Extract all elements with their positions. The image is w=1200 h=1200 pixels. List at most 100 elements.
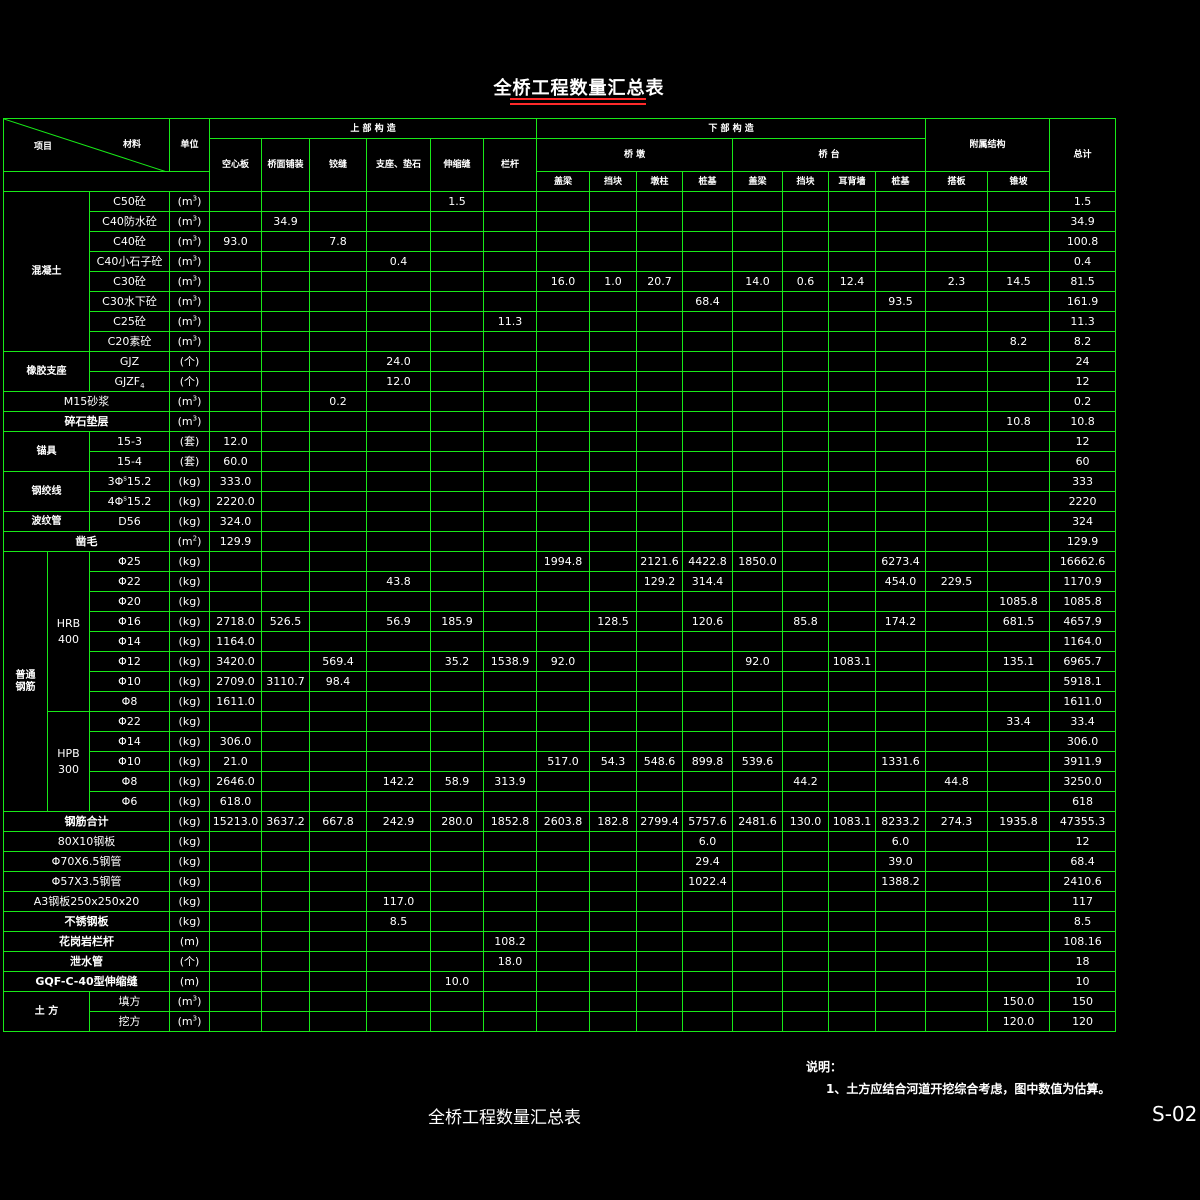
value-cell bbox=[925, 251, 989, 272]
page-title: 全桥工程数量汇总表 bbox=[493, 78, 665, 99]
value-cell bbox=[925, 551, 989, 572]
total-cell: 4657.9 bbox=[1049, 611, 1117, 632]
value-cell bbox=[987, 771, 1051, 792]
value-cell: 313.9 bbox=[483, 771, 538, 792]
value-cell bbox=[366, 931, 432, 952]
value-cell bbox=[366, 411, 432, 432]
value-cell bbox=[925, 851, 989, 872]
table-row: 钢绞线 3Φs15.2 (kg) 333.0 333 bbox=[3, 471, 1117, 512]
value-cell bbox=[925, 311, 989, 332]
value-cell bbox=[828, 851, 877, 872]
material-cell: Φ10 bbox=[88, 751, 171, 772]
value-cell bbox=[261, 271, 311, 292]
value-cell bbox=[209, 971, 263, 992]
value-cell bbox=[682, 731, 734, 752]
value-cell bbox=[732, 251, 784, 272]
value-cell bbox=[430, 491, 485, 512]
value-cell bbox=[732, 191, 784, 212]
group-anchor: 锚具 bbox=[3, 431, 90, 472]
value-cell: 120.6 bbox=[682, 611, 734, 632]
value-cell bbox=[366, 951, 432, 972]
value-cell bbox=[430, 551, 485, 572]
value-cell bbox=[261, 491, 311, 512]
value-cell bbox=[732, 351, 784, 372]
value-cell bbox=[589, 631, 638, 652]
value-cell bbox=[732, 711, 784, 732]
value-cell bbox=[589, 791, 638, 812]
value-cell bbox=[782, 331, 830, 352]
value-cell bbox=[209, 911, 263, 932]
value-cell: 1331.6 bbox=[875, 751, 927, 772]
value-cell: 2220.0 bbox=[209, 491, 263, 512]
value-cell bbox=[875, 791, 927, 812]
value-cell bbox=[732, 571, 784, 592]
value-cell bbox=[366, 971, 432, 992]
value-cell bbox=[309, 991, 368, 1012]
material-cell: Φ22 bbox=[88, 571, 171, 592]
value-cell bbox=[589, 371, 638, 392]
value-cell bbox=[987, 631, 1051, 652]
value-cell bbox=[430, 311, 485, 332]
value-cell bbox=[828, 551, 877, 572]
value-cell bbox=[261, 251, 311, 272]
value-cell bbox=[987, 551, 1051, 572]
value-cell bbox=[732, 491, 784, 512]
value-cell bbox=[987, 211, 1051, 232]
value-cell bbox=[987, 751, 1051, 772]
value-cell bbox=[209, 851, 263, 872]
value-cell bbox=[682, 991, 734, 1012]
value-cell: 1164.0 bbox=[209, 631, 263, 652]
value-cell bbox=[366, 871, 432, 892]
value-cell bbox=[636, 651, 684, 672]
value-cell bbox=[589, 471, 638, 492]
header-col-12: 挡块 bbox=[782, 171, 830, 192]
header-col-3: 铰缝 bbox=[309, 138, 368, 192]
unit-cell: (kg) bbox=[169, 711, 211, 732]
value-cell bbox=[636, 711, 684, 732]
unit-cell: (kg) bbox=[169, 891, 211, 912]
value-cell bbox=[589, 411, 638, 432]
value-cell bbox=[875, 911, 927, 932]
table-row: Φ16 (kg) 2718.0 526.5 56.9 185.9 128.5 120.6 85.… bbox=[4, 611, 1117, 632]
value-cell bbox=[209, 371, 263, 392]
value-cell: 16.0 bbox=[536, 271, 591, 292]
value-cell bbox=[589, 731, 638, 752]
value-cell bbox=[875, 731, 927, 752]
value-cell bbox=[782, 711, 830, 732]
value-cell: 2.3 bbox=[925, 271, 989, 292]
unit-cell: (kg) bbox=[169, 671, 211, 692]
value-cell bbox=[536, 411, 591, 432]
header-col-16: 锥坡 bbox=[987, 171, 1051, 192]
value-cell bbox=[261, 691, 311, 712]
value-cell bbox=[987, 951, 1051, 972]
total-cell: 81.5 bbox=[1049, 271, 1117, 292]
value-cell bbox=[636, 291, 684, 312]
value-cell: 98.4 bbox=[309, 671, 368, 692]
value-cell bbox=[732, 231, 784, 252]
value-cell: 681.5 bbox=[987, 611, 1051, 632]
value-cell: 1935.8 bbox=[987, 811, 1051, 832]
value-cell bbox=[875, 371, 927, 392]
value-cell bbox=[589, 531, 638, 552]
unit-cell: (m) bbox=[169, 931, 211, 952]
table-row: A3钢板250x250x20 (kg) 117.0 117 bbox=[2, 891, 1117, 912]
unit-cell: (m3) bbox=[169, 411, 211, 432]
value-cell bbox=[483, 791, 538, 812]
value-cell bbox=[209, 331, 263, 352]
value-cell bbox=[366, 231, 432, 252]
value-cell: 6273.4 bbox=[875, 551, 927, 572]
value-cell bbox=[782, 191, 830, 212]
value-cell bbox=[875, 991, 927, 1012]
value-cell: 108.2 bbox=[483, 931, 538, 952]
table-row: GJZF4 (个) 12.0 12 bbox=[4, 371, 1117, 392]
value-cell bbox=[782, 251, 830, 272]
value-cell bbox=[589, 911, 638, 932]
value-cell bbox=[828, 211, 877, 232]
value-cell bbox=[987, 831, 1051, 852]
table-row: Φ20 (kg) 1085.8 1085.8 bbox=[4, 591, 1117, 612]
value-cell: 229.5 bbox=[925, 571, 989, 592]
value-cell bbox=[925, 391, 989, 412]
value-cell bbox=[536, 431, 591, 452]
value-cell bbox=[430, 631, 485, 652]
value-cell bbox=[366, 311, 432, 332]
